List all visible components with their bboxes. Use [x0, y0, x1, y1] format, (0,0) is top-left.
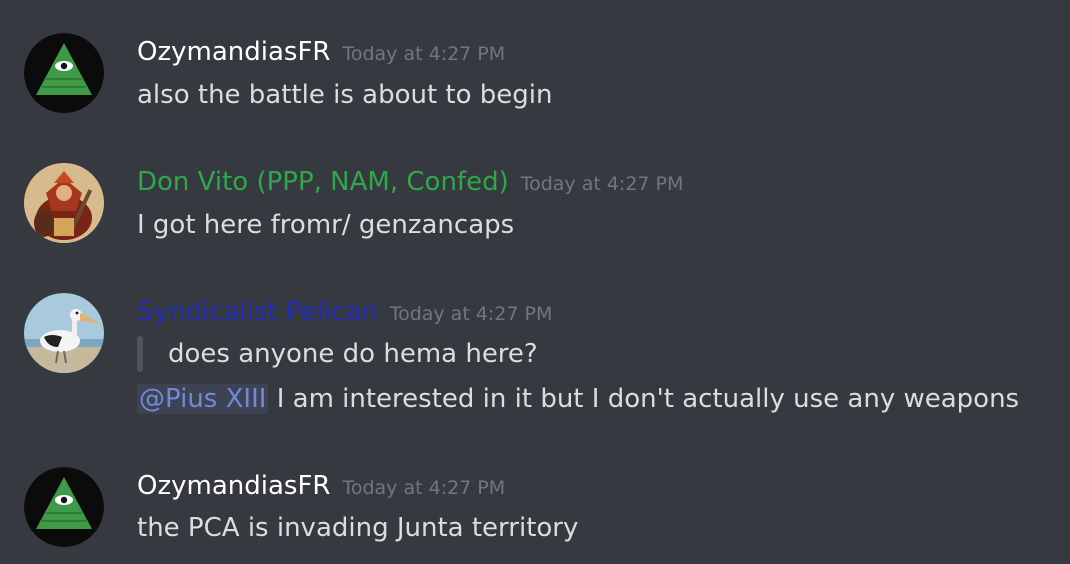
warrior-painting-icon — [24, 163, 104, 243]
avatar[interactable] — [24, 33, 104, 113]
avatar[interactable] — [24, 163, 104, 243]
username[interactable]: OzymandiasFR — [137, 37, 330, 67]
message-text-body: I am interested in it but I don't actual… — [268, 384, 1020, 414]
chat-messages: OzymandiasFR Today at 4:27 PM also the ba… — [0, 0, 1070, 564]
username[interactable]: Syndicalist Pelican — [137, 297, 378, 327]
username[interactable]: OzymandiasFR — [137, 471, 330, 501]
message-header: OzymandiasFR Today at 4:27 PM — [137, 468, 505, 507]
quote-text: does anyone do hema here? — [168, 339, 538, 369]
illuminati-eye-pyramid-icon — [24, 33, 104, 113]
user-mention[interactable]: @Pius XIII — [137, 384, 269, 414]
message-text: the PCA is invading Junta territory — [137, 513, 579, 543]
message-text: @Pius XIII I am interested in it but I d… — [137, 381, 1019, 417]
message-header: Don Vito (PPP, NAM, Confed) Today at 4:27… — [137, 164, 683, 203]
message-header: OzymandiasFR Today at 4:27 PM — [137, 34, 505, 73]
message-header: Syndicalist Pelican Today at 4:27 PM — [137, 294, 552, 333]
username[interactable]: Don Vito (PPP, NAM, Confed) — [137, 167, 509, 197]
message-text: I got here fromr/ genzancaps — [137, 210, 515, 240]
message-text: also the battle is about to begin — [137, 80, 553, 110]
timestamp[interactable]: Today at 4:27 PM — [390, 303, 553, 325]
avatar[interactable] — [24, 467, 104, 547]
timestamp[interactable]: Today at 4:27 PM — [342, 43, 505, 65]
quote-bar — [137, 336, 143, 372]
pelican-photo-icon — [24, 293, 104, 373]
timestamp[interactable]: Today at 4:27 PM — [521, 173, 684, 195]
illuminati-eye-pyramid-icon — [24, 467, 104, 547]
timestamp[interactable]: Today at 4:27 PM — [342, 477, 505, 499]
avatar[interactable] — [24, 293, 104, 373]
